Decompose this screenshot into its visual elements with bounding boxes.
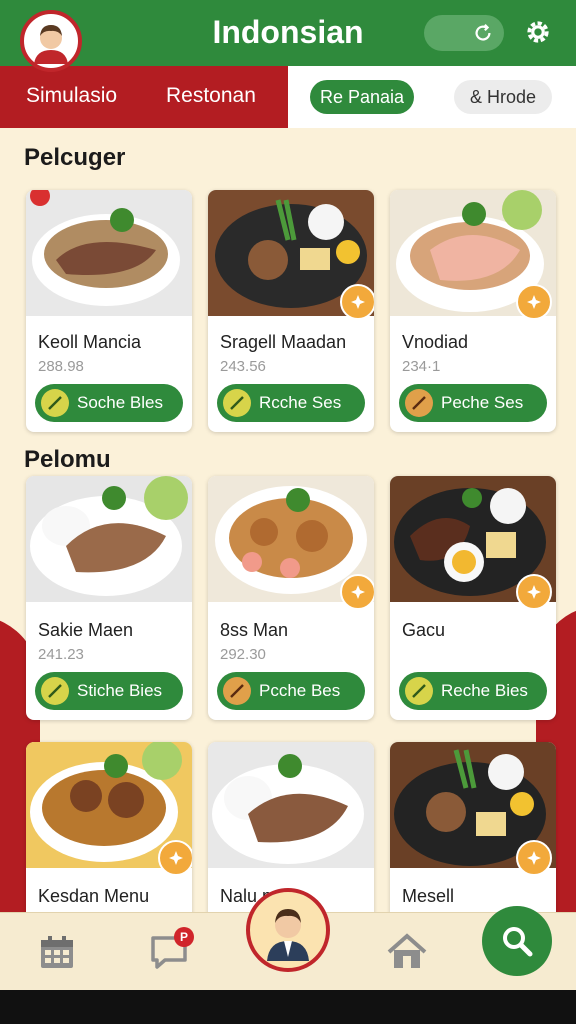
profile-avatar[interactable] bbox=[20, 10, 82, 72]
star-badge-icon bbox=[516, 284, 552, 320]
home-icon bbox=[387, 933, 427, 968]
dish-image bbox=[208, 742, 374, 868]
sync-toggle[interactable] bbox=[424, 15, 504, 51]
star-badge-icon bbox=[340, 574, 374, 610]
order-button[interactable]: Pcche Bes bbox=[217, 672, 365, 710]
tab-simulasio[interactable]: Simulasio bbox=[26, 84, 117, 108]
menu-card[interactable]: Sragell Maadan 243.56 Rcche Ses bbox=[208, 190, 374, 432]
app-header: Indonsian bbox=[0, 0, 576, 66]
settings-button[interactable] bbox=[518, 12, 558, 52]
messages-button[interactable]: P bbox=[146, 927, 194, 975]
dish-price: 234·1 bbox=[402, 358, 441, 375]
dish-name: Mesell bbox=[402, 886, 455, 906]
filter-pill[interactable]: & Hrode bbox=[454, 80, 552, 114]
star-badge-icon bbox=[340, 284, 374, 320]
gear-icon bbox=[527, 21, 549, 43]
skewer-icon bbox=[41, 677, 69, 705]
order-button[interactable]: Reche Bies bbox=[399, 672, 547, 710]
dish-name: Keoll Mancia bbox=[38, 332, 142, 352]
search-button[interactable] bbox=[482, 906, 552, 976]
dish-name: 8ss Man bbox=[220, 620, 289, 640]
dish-name: Vnodiad bbox=[402, 332, 469, 352]
user-avatar-icon bbox=[34, 25, 68, 64]
star-badge-icon bbox=[516, 574, 552, 610]
dish-image bbox=[26, 190, 192, 316]
section-title: Pelomu bbox=[24, 446, 111, 473]
order-button[interactable]: Stiche Bies bbox=[35, 672, 183, 710]
order-button-label: Peche Ses bbox=[441, 393, 524, 412]
dish-price: 288.98 bbox=[38, 358, 84, 375]
filter-pill-active[interactable]: Re Panaia bbox=[310, 80, 414, 114]
dish-name: Kesdan Menu bbox=[38, 886, 150, 906]
refresh-icon bbox=[475, 23, 491, 41]
system-nav-bar bbox=[0, 990, 576, 1024]
dish-price: 292.30 bbox=[220, 646, 266, 663]
dish-price: 241.23 bbox=[38, 646, 84, 663]
profile-avatar-bottom[interactable] bbox=[246, 888, 330, 972]
calendar-button[interactable] bbox=[34, 929, 80, 975]
star-badge-icon bbox=[158, 840, 192, 876]
dish-name: Sakie Maen bbox=[38, 620, 134, 640]
dish-name: Sragell Maadan bbox=[220, 332, 347, 352]
tab-restonan[interactable]: Restonan bbox=[166, 84, 256, 108]
order-button-label: Rcche Ses bbox=[259, 393, 342, 412]
order-button-label: Pcche Bes bbox=[259, 681, 341, 700]
order-button[interactable]: Soche Bles bbox=[35, 384, 183, 422]
calendar-icon bbox=[41, 936, 73, 968]
order-button-label: Soche Bles bbox=[77, 393, 163, 412]
menu-card[interactable]: Mesell bbox=[390, 742, 556, 922]
star-badge-icon bbox=[516, 840, 552, 876]
skewer-icon bbox=[405, 389, 433, 417]
menu-card[interactable]: 8ss Man 292.30 Pcche Bes bbox=[208, 476, 374, 720]
menu-card[interactable]: Vnodiad 234·1 Peche Ses bbox=[390, 190, 556, 432]
menu-card[interactable]: Gacu Reche Bies bbox=[390, 476, 556, 720]
menu-card[interactable]: Keoll Mancia 288.98 Soche Bles bbox=[26, 190, 192, 432]
dish-price: 243.56 bbox=[220, 358, 266, 375]
home-button[interactable] bbox=[384, 929, 430, 975]
section-title: Pelcuger bbox=[24, 144, 126, 171]
menu-card[interactable]: Kesdan Menu bbox=[26, 742, 192, 922]
dish-image bbox=[26, 476, 192, 602]
skewer-icon bbox=[41, 389, 69, 417]
order-button-label: Reche Bies bbox=[441, 681, 528, 700]
skewer-icon bbox=[223, 677, 251, 705]
order-button[interactable]: Rcche Ses bbox=[217, 384, 365, 422]
order-button-label: Stiche Bies bbox=[77, 681, 163, 700]
notification-badge: P bbox=[174, 927, 194, 947]
skewer-icon bbox=[223, 389, 251, 417]
menu-card[interactable]: Sakie Maen 241.23 Stiche Bies bbox=[26, 476, 192, 720]
skewer-icon bbox=[405, 677, 433, 705]
search-icon bbox=[503, 927, 533, 957]
category-nav: Simulasio Restonan Re Panaia & Hrode bbox=[0, 66, 576, 128]
user-avatar-icon bbox=[267, 909, 309, 961]
order-button[interactable]: Peche Ses bbox=[399, 384, 547, 422]
dish-name: Gacu bbox=[402, 620, 446, 640]
